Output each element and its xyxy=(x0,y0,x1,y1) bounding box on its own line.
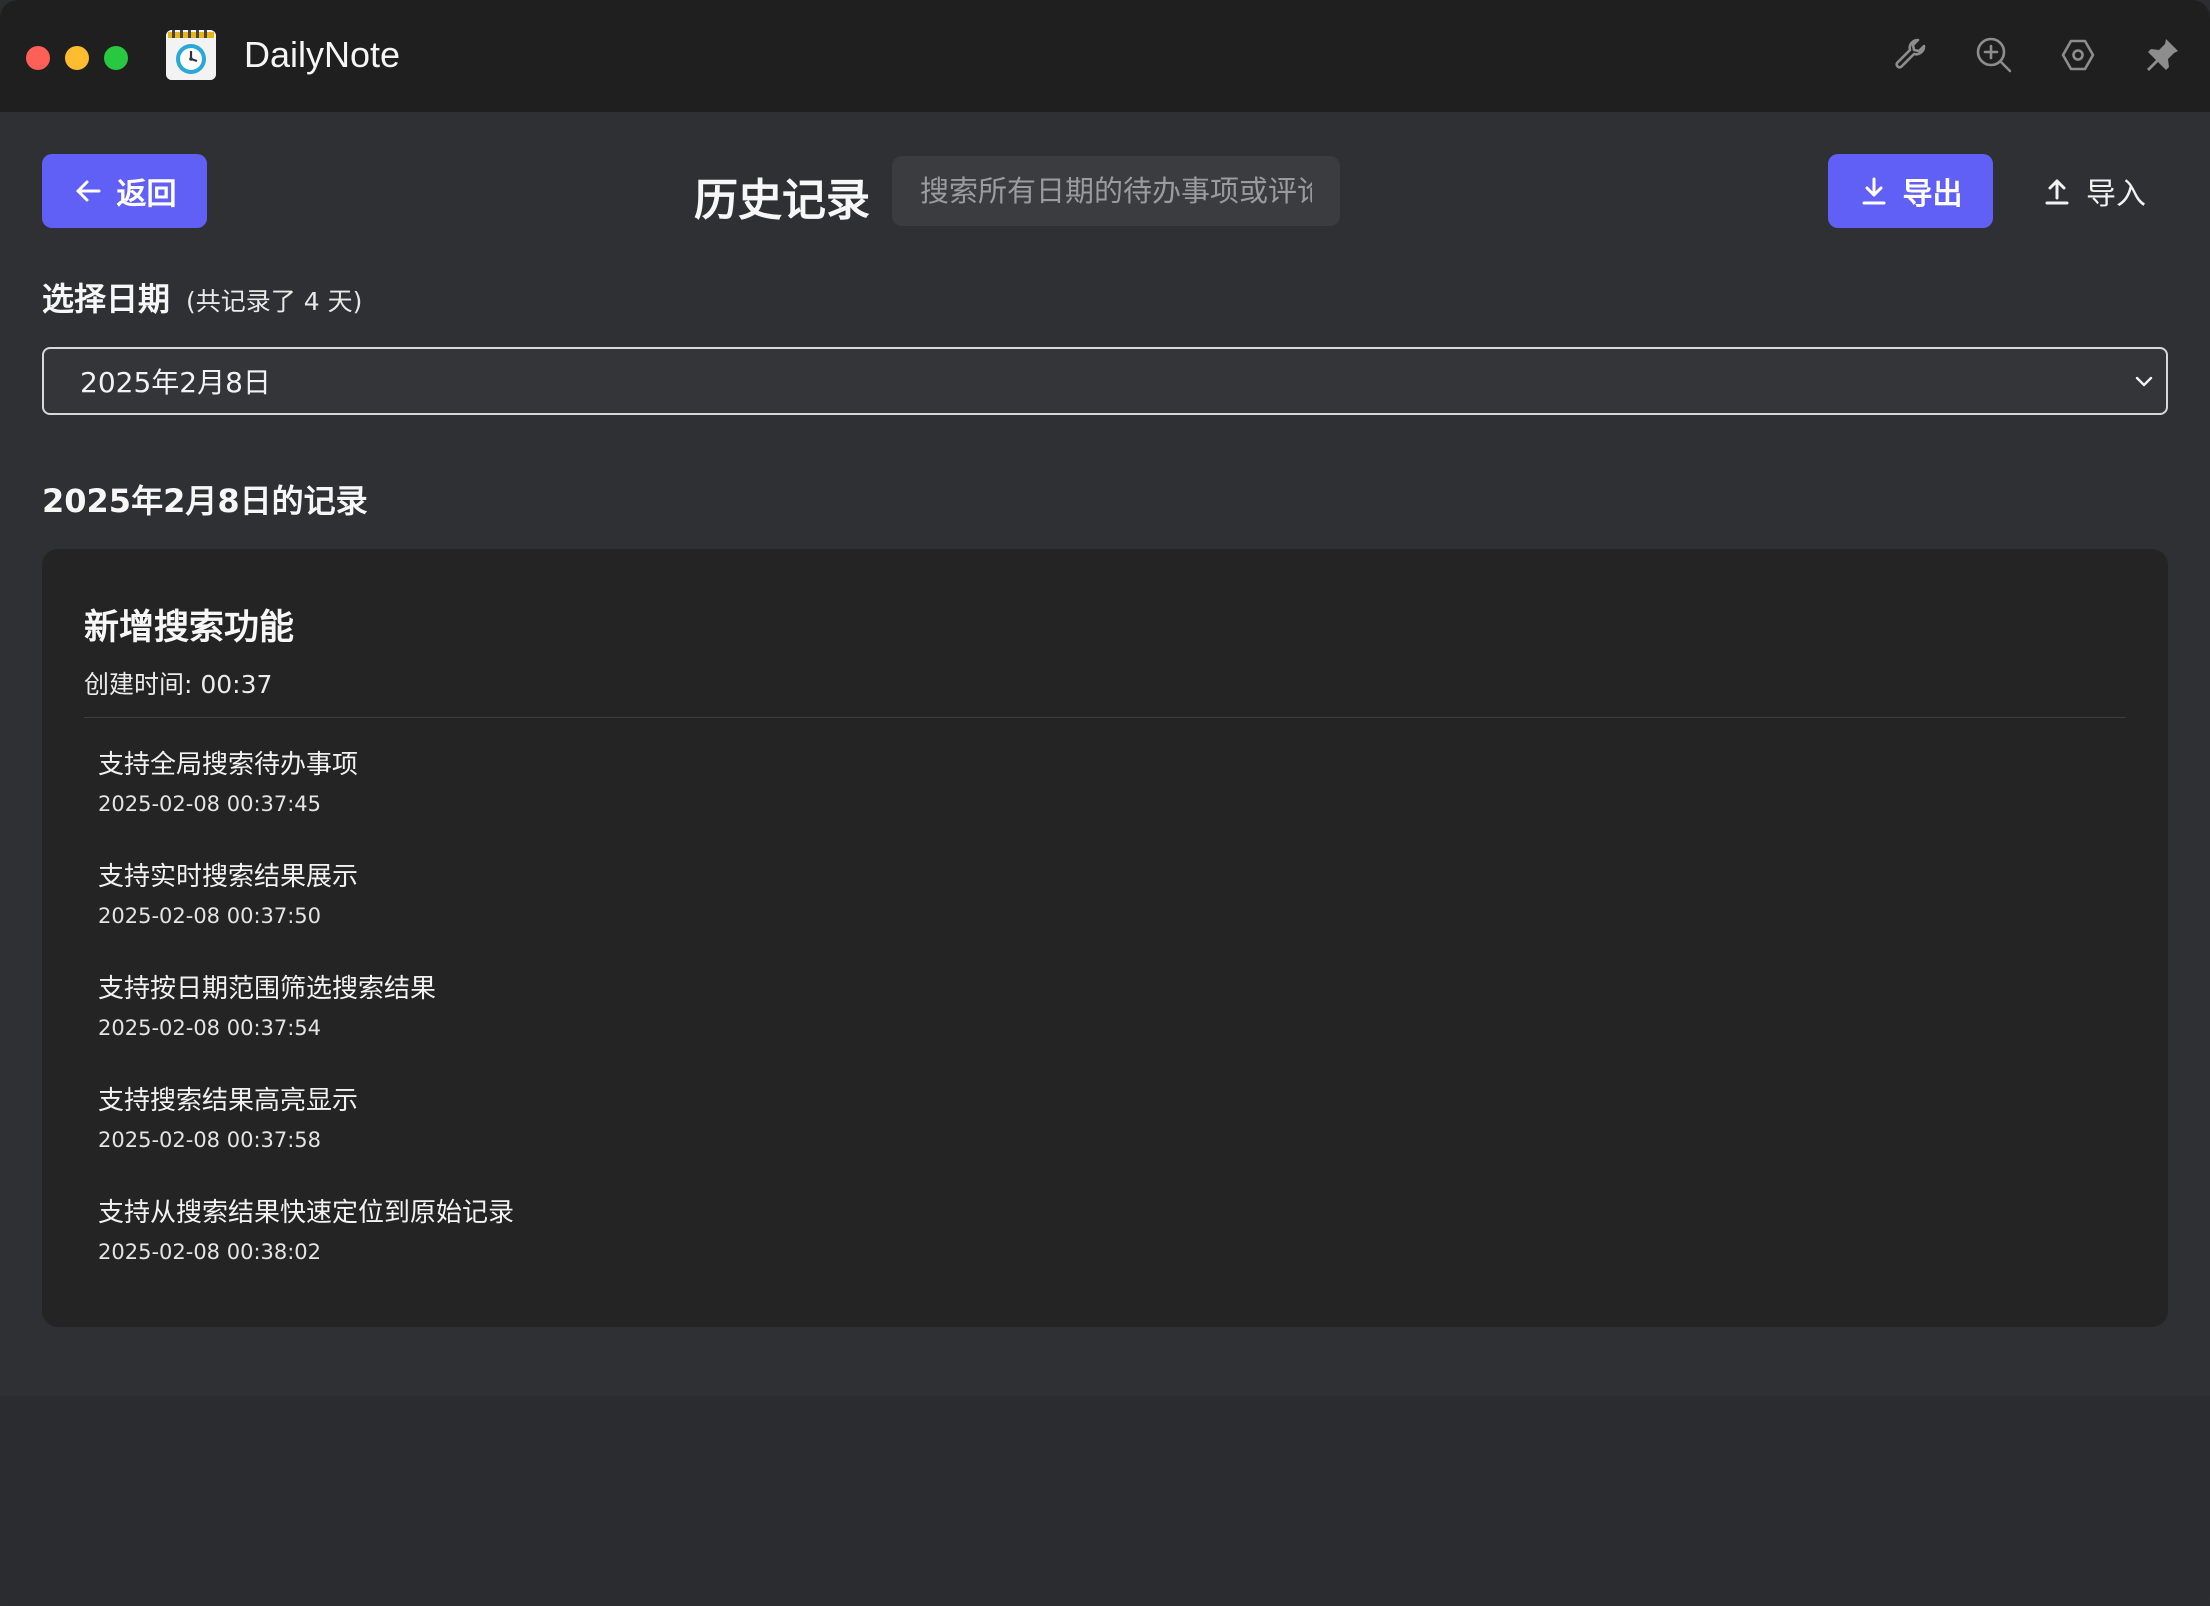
todo-list: 支持全局搜索待办事项 2025-02-08 00:37:45 支持实时搜索结果展… xyxy=(98,745,2098,1305)
todo-text: 支持全局搜索待办事项 xyxy=(98,750,359,780)
download-icon xyxy=(1862,177,1885,205)
export-button-label: 导出 xyxy=(1902,177,1963,212)
todo-text: 支持按日期范围筛选搜索结果 xyxy=(98,974,437,1004)
empty-window-area xyxy=(0,1396,2210,1606)
zoom-in-icon[interactable] xyxy=(1971,32,2017,78)
select-date-label: 选择日期 xyxy=(42,280,171,318)
import-button[interactable]: 导入 xyxy=(2024,154,2164,228)
todo-timestamp: 2025-02-08 00:37:50 xyxy=(98,904,322,928)
divider xyxy=(84,717,2126,718)
todo-timestamp: 2025-02-08 00:37:45 xyxy=(98,792,322,816)
todo-timestamp: 2025-02-08 00:37:54 xyxy=(98,1016,322,1040)
list-item[interactable]: 支持搜索结果高亮显示 2025-02-08 00:37:58 xyxy=(98,1081,2098,1193)
history-page: 返回 历史记录 导出 导入 选择日期 (共记录了 4 天) 202 xyxy=(0,112,2210,1396)
wrench-icon[interactable] xyxy=(1888,32,1934,78)
import-button-label: 导入 xyxy=(2086,177,2146,212)
chevron-down-icon xyxy=(2135,376,2153,387)
back-button[interactable]: 返回 xyxy=(42,154,207,228)
pin-icon[interactable] xyxy=(2139,32,2185,78)
record-card: 新增搜索功能 创建时间: 00:37 支持全局搜索待办事项 2025-02-08… xyxy=(42,549,2168,1327)
back-button-label: 返回 xyxy=(116,177,177,212)
todo-timestamp: 2025-02-08 00:37:58 xyxy=(98,1128,322,1152)
todo-text: 支持搜索结果高亮显示 xyxy=(98,1086,359,1116)
todo-timestamp: 2025-02-08 00:38:02 xyxy=(98,1240,322,1264)
date-select[interactable]: 2025年2月8日 xyxy=(42,347,2168,415)
settings-hex-icon[interactable] xyxy=(2055,32,2101,78)
list-item[interactable]: 支持全局搜索待办事项 2025-02-08 00:37:45 xyxy=(98,745,2098,857)
app-title: DailyNote xyxy=(244,34,401,75)
window-controls xyxy=(26,46,128,70)
maximize-window-button[interactable] xyxy=(104,46,128,70)
records-heading: 2025年2月8日的记录 xyxy=(42,482,368,520)
days-count-note: (共记录了 4 天) xyxy=(186,287,363,316)
list-item[interactable]: 支持从搜索结果快速定位到原始记录 2025-02-08 00:38:02 xyxy=(98,1193,2098,1305)
todo-text: 支持从搜索结果快速定位到原始记录 xyxy=(98,1198,515,1228)
record-title: 新增搜索功能 xyxy=(84,608,295,648)
page-title: 历史记录 xyxy=(694,175,870,226)
close-window-button[interactable] xyxy=(26,46,50,70)
export-button[interactable]: 导出 xyxy=(1828,154,1993,228)
minimize-window-button[interactable] xyxy=(65,46,89,70)
record-created-time: 创建时间: 00:37 xyxy=(84,670,273,699)
app-window: DailyNote 返回 历史记录 搜索所有日期的待办事项或评论 导出 导入 选… xyxy=(0,0,2210,1606)
list-item[interactable]: 支持按日期范围筛选搜索结果 2025-02-08 00:37:54 xyxy=(98,969,2098,1081)
date-picker-label: 选择日期 (共记录了 4 天) xyxy=(42,274,362,320)
selected-date: 2025年2月8日 xyxy=(80,366,271,399)
upload-icon xyxy=(2045,179,2069,205)
arrow-left-icon xyxy=(76,180,100,202)
title-bar: DailyNote xyxy=(0,0,2210,112)
todo-text: 支持实时搜索结果展示 xyxy=(98,862,359,892)
search-input[interactable] xyxy=(892,156,1340,226)
list-item[interactable]: 支持实时搜索结果展示 2025-02-08 00:37:50 xyxy=(98,857,2098,969)
app-logo-icon xyxy=(166,30,216,80)
